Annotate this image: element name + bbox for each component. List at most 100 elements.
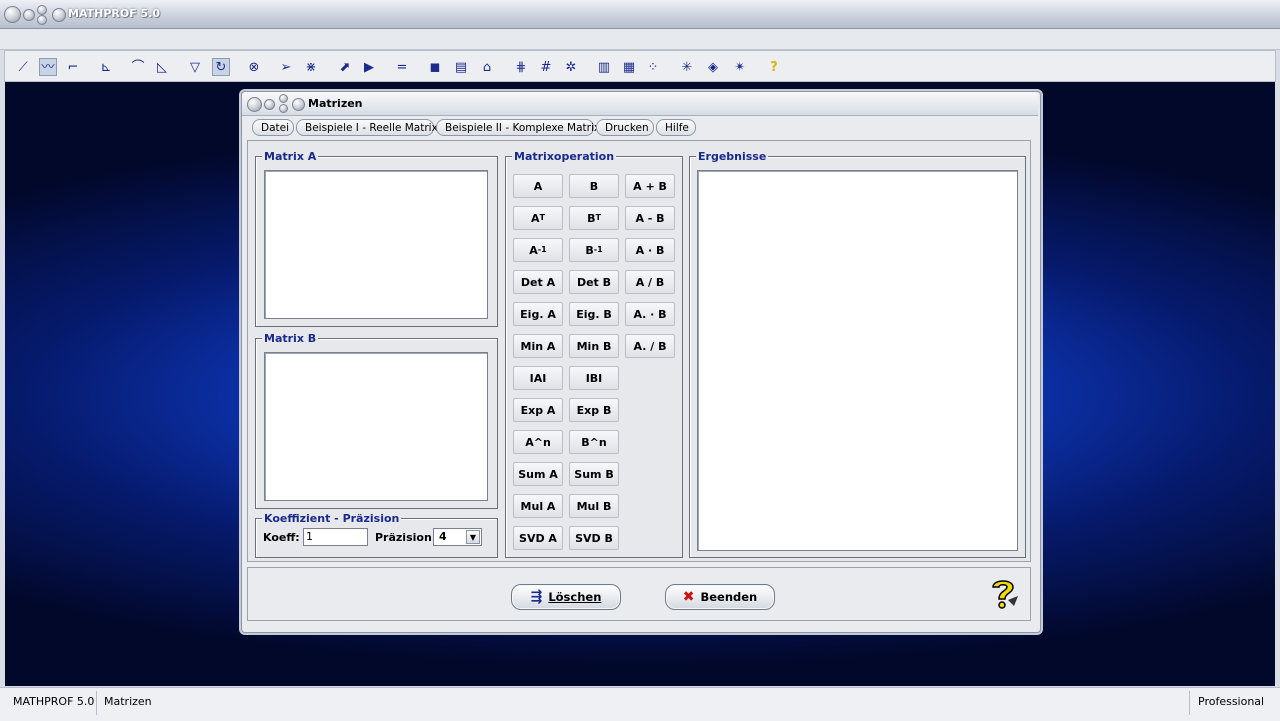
help-icon[interactable]: ?: [765, 58, 783, 76]
arrow-shape-icon[interactable]: ➢: [277, 58, 295, 76]
matrizen-dialog: Matrizen Datei Beispiele I - Reelle Matr…: [241, 91, 1041, 633]
matrix-b-legend: Matrix B: [262, 332, 319, 345]
status-separator: [1189, 691, 1190, 715]
status-module: Matrizen: [104, 695, 152, 708]
op-button-det-a[interactable]: Det A: [513, 270, 563, 294]
op-button-at[interactable]: AT: [513, 206, 563, 230]
op-button-a-b[interactable]: A / B: [625, 270, 675, 294]
histogram-icon[interactable]: ▦: [620, 58, 638, 76]
op-button-a-b[interactable]: A. / B: [625, 334, 675, 358]
app-menubar: [0, 29, 1280, 50]
window-menu-icon[interactable]: [52, 8, 66, 22]
circle-cross-icon[interactable]: ⊗: [245, 58, 263, 76]
op-button-a-b[interactable]: A + B: [625, 174, 675, 198]
minimize-window-button[interactable]: [23, 9, 35, 21]
precision-select[interactable]: 4 ▼: [433, 528, 482, 546]
dome-icon[interactable]: ⌂: [478, 58, 496, 76]
dialog-maximize-button[interactable]: [279, 94, 288, 103]
op-button-svd-a[interactable]: SVD A: [513, 526, 563, 550]
maximize-window-button[interactable]: [37, 5, 47, 15]
chevron-down-icon[interactable]: ▼: [466, 530, 480, 544]
dialog-restore-button[interactable]: [279, 104, 288, 113]
dialog-menu-icon[interactable]: [292, 98, 305, 111]
status-edition: Professional: [1198, 695, 1265, 708]
asterisk-icon[interactable]: ✳: [678, 58, 696, 76]
bar-chart-icon[interactable]: ▥: [595, 58, 613, 76]
op-button-sum-b[interactable]: Sum B: [569, 462, 619, 486]
menu-beispiele-komplex[interactable]: Beispiele II - Komplexe Matrix: [436, 119, 600, 136]
matrix-b-group: Matrix B: [255, 332, 498, 509]
op-button-eig-b[interactable]: Eig. B: [569, 302, 619, 326]
op-button-a-b[interactable]: A. · B: [625, 302, 675, 326]
op-button-svd-b[interactable]: SVD B: [569, 526, 619, 550]
help-question-icon[interactable]: [986, 576, 1020, 610]
op-button-mul-a[interactable]: Mul A: [513, 494, 563, 518]
op-button-a[interactable]: A: [513, 174, 563, 198]
clear-button[interactable]: ⇶ Löschen: [511, 584, 621, 610]
app-titlebar: MATHPROF 5.0: [0, 0, 1280, 29]
cross-diagonal-icon[interactable]: ✲: [562, 58, 580, 76]
area-icon[interactable]: ◺: [153, 58, 171, 76]
op-button-b-n[interactable]: B^n: [569, 430, 619, 454]
export-icon[interactable]: ⬈: [336, 58, 354, 76]
op-button-a-1[interactable]: A -1: [513, 238, 563, 262]
line-graph-icon[interactable]: ⟋: [14, 58, 32, 76]
record-icon[interactable]: ◼: [426, 58, 444, 76]
op-button-eig-a[interactable]: Eig. A: [513, 302, 563, 326]
menu-hilfe[interactable]: Hilfe: [656, 119, 696, 136]
dialog-close-button[interactable]: [247, 97, 262, 112]
dialog-titlebar: Matrizen: [242, 92, 1038, 116]
menu-drucken[interactable]: Drucken: [596, 119, 654, 136]
matrix-a-group: Matrix A: [255, 150, 498, 327]
matrix-a-legend: Matrix A: [262, 150, 319, 163]
op-button-bt[interactable]: BT: [569, 206, 619, 230]
op-button-min-b[interactable]: Min B: [569, 334, 619, 358]
op-button-a-b[interactable]: A - B: [625, 206, 675, 230]
exit-button[interactable]: ✖ Beenden: [665, 584, 775, 610]
equals-icon[interactable]: =: [393, 58, 411, 76]
layers-icon[interactable]: ▤: [452, 58, 470, 76]
play-icon[interactable]: ▶: [360, 58, 378, 76]
axis-graph-icon[interactable]: ⊾: [97, 58, 115, 76]
operations-legend: Matrixoperation: [512, 150, 617, 163]
op-button-a-n[interactable]: A^n: [513, 430, 563, 454]
grid-icon[interactable]: #: [537, 58, 555, 76]
dialog-minimize-button[interactable]: [264, 99, 275, 110]
close-x-icon: ✖: [682, 589, 695, 605]
koeff-input[interactable]: 1: [303, 528, 368, 546]
status-bar: MATHPROF 5.0 Matrizen Professional: [0, 687, 1280, 721]
menu-datei[interactable]: Datei: [252, 119, 294, 136]
dialog-title: Matrizen: [308, 97, 363, 110]
op-button-mul-b[interactable]: Mul B: [569, 494, 619, 518]
op-button-b[interactable]: B: [569, 174, 619, 198]
multi-graph-icon[interactable]: 〰: [39, 58, 57, 76]
scatter-icon[interactable]: ⁘: [644, 58, 662, 76]
restore-window-button[interactable]: [37, 15, 47, 25]
star-icon[interactable]: ✴: [731, 58, 749, 76]
op-button-iai[interactable]: IAI: [513, 366, 563, 390]
close-window-button[interactable]: [4, 6, 21, 23]
op-button-sum-a[interactable]: Sum A: [513, 462, 563, 486]
diamond-icon[interactable]: ◈: [704, 58, 722, 76]
op-button-exp-a[interactable]: Exp A: [513, 398, 563, 422]
results-group: Ergebnisse: [689, 150, 1026, 558]
menu-beispiele-reell[interactable]: Beispiele I - Reelle Matrix: [296, 119, 438, 136]
op-button-exp-b[interactable]: Exp B: [569, 398, 619, 422]
grid-star-icon[interactable]: ⋇: [302, 58, 320, 76]
op-button-ibi[interactable]: IBI: [569, 366, 619, 390]
operations-group: Matrixoperation A A T A -1 Det A Eig. A Min A IA…: [505, 150, 683, 558]
op-button-a-b[interactable]: A · B: [625, 238, 675, 262]
status-separator: [96, 691, 97, 715]
op-button-det-b[interactable]: Det B: [569, 270, 619, 294]
matrix-b-input[interactable]: [264, 352, 488, 501]
rotate-icon[interactable]: ↻: [212, 58, 230, 76]
results-output[interactable]: [697, 170, 1018, 551]
app-title: MATHPROF 5.0: [68, 7, 161, 20]
matrix-a-input[interactable]: [264, 170, 488, 319]
op-button-b-1[interactable]: B -1: [569, 238, 619, 262]
curve-icon[interactable]: ⌒: [129, 58, 147, 76]
filter-icon[interactable]: ▽: [186, 58, 204, 76]
op-button-min-a[interactable]: Min A: [513, 334, 563, 358]
hash-icon[interactable]: ⋕: [512, 58, 530, 76]
graph-points-icon[interactable]: ⌐: [64, 58, 82, 76]
